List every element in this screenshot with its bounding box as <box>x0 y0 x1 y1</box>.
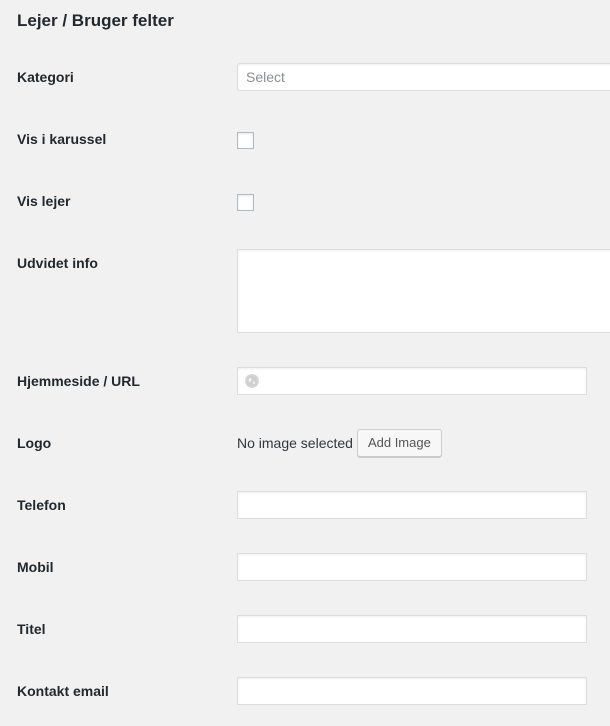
mobil-input[interactable] <box>237 553 587 581</box>
titel-input[interactable] <box>237 615 587 643</box>
telefon-input[interactable] <box>237 491 587 519</box>
titel-label: Titel <box>17 621 46 637</box>
vis-lejer-label: Vis lejer <box>17 193 71 209</box>
vis-lejer-checkbox[interactable] <box>237 194 254 211</box>
kontakt-email-label: Kontakt email <box>17 683 109 699</box>
mobil-label: Mobil <box>17 559 54 575</box>
globe-icon <box>245 374 259 388</box>
field-row-hjemmeside: Hjemmeside / URL <box>0 0 610 395</box>
logo-label: Logo <box>17 435 52 451</box>
kategori-label: Kategori <box>17 69 74 85</box>
logo-uploader: No image selected Add Image <box>237 429 442 457</box>
hjemmeside-url-input[interactable] <box>237 367 587 395</box>
udvidet-info-textarea[interactable] <box>237 249 610 333</box>
logo-status-text: No image selected <box>237 435 353 451</box>
kategori-select[interactable]: Select <box>237 63 610 91</box>
telefon-label: Telefon <box>17 497 66 513</box>
udvidet-info-label: Udvidet info <box>17 255 98 271</box>
kategori-select-placeholder: Select <box>246 69 285 85</box>
hjemmeside-label: Hjemmeside / URL <box>17 373 140 389</box>
vis-karussel-checkbox[interactable] <box>237 132 254 149</box>
kontakt-email-input[interactable] <box>237 677 587 705</box>
add-image-button[interactable]: Add Image <box>356 429 442 457</box>
vis-karussel-label: Vis i karussel <box>17 131 107 147</box>
settings-page: Lejer / Bruger felter Kategori Select Vi… <box>0 0 610 726</box>
